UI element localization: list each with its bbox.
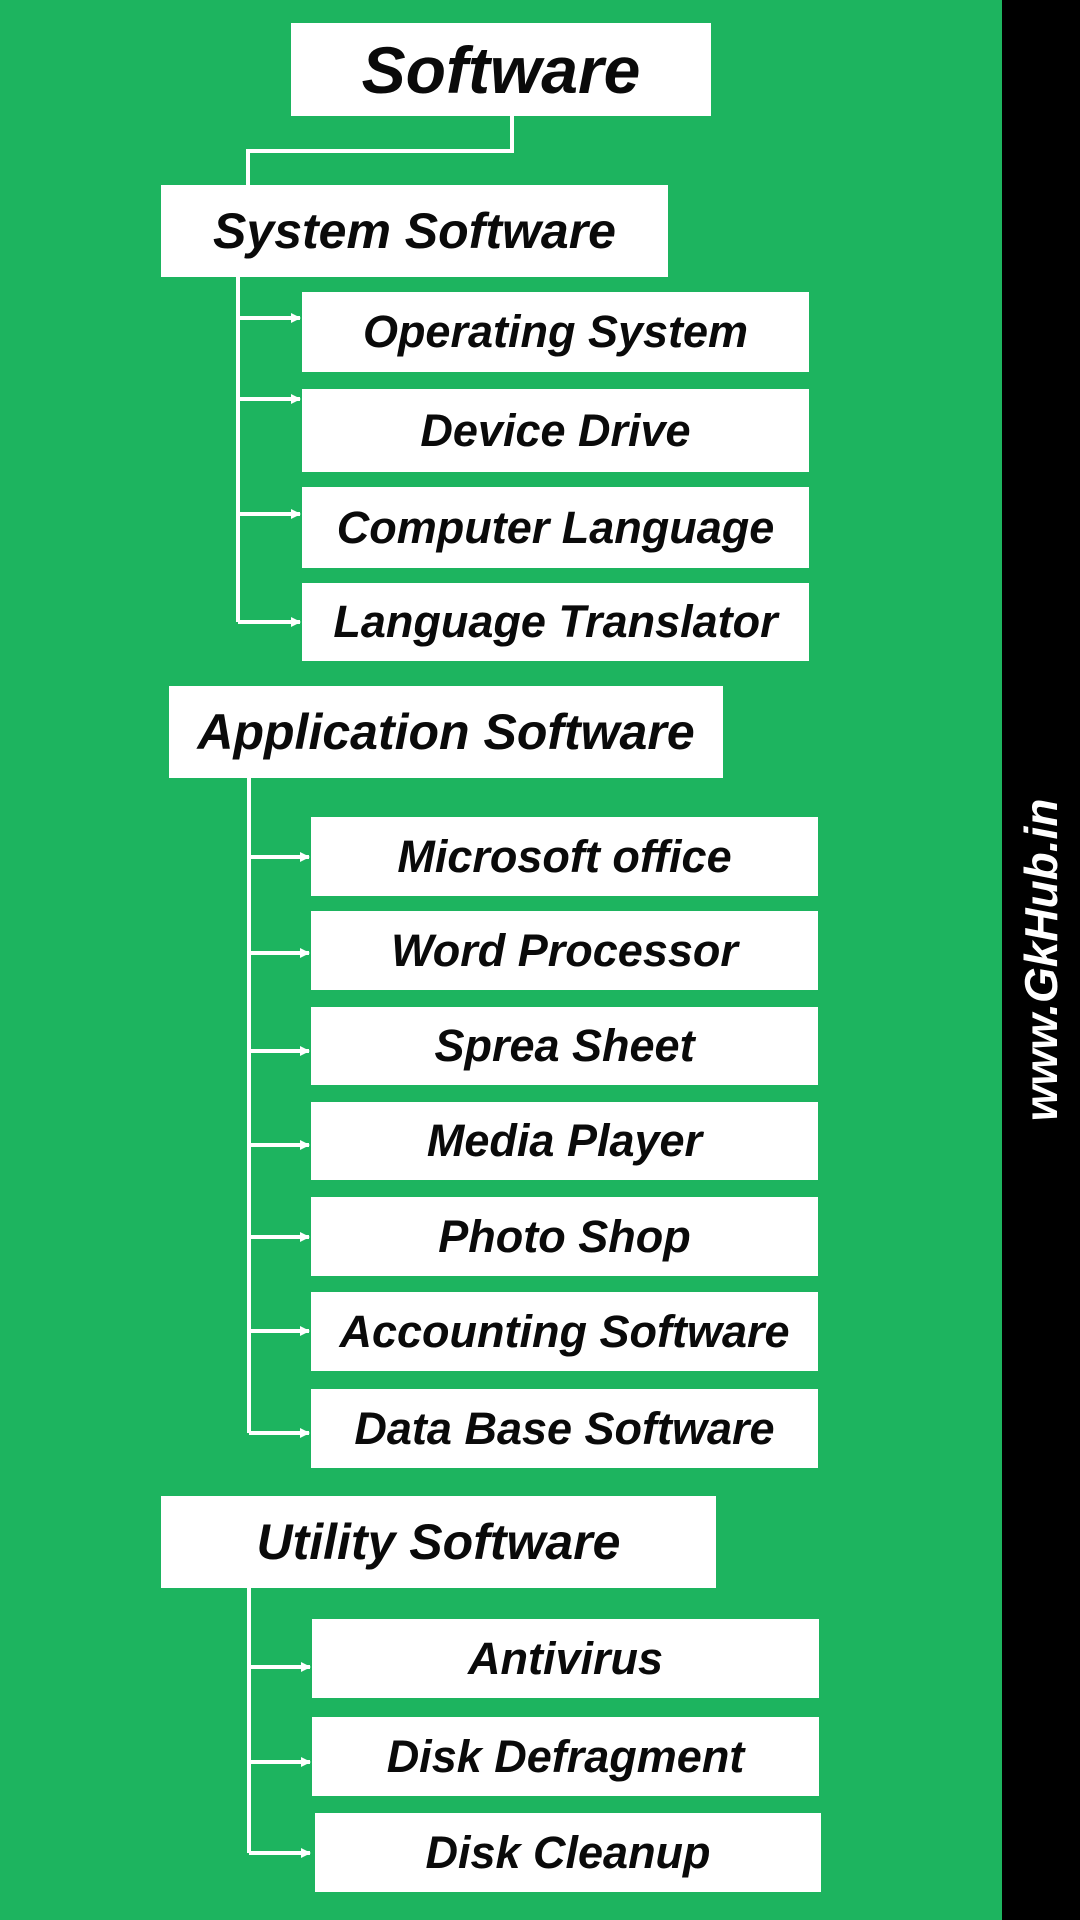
node-label: Photo Shop [438,1210,691,1262]
node-antivirus: Antivirus [312,1619,819,1698]
node-label: Word Processor [391,924,738,976]
node-label: Disk Defragment [386,1730,745,1782]
node-microsoft-office: Microsoft office [311,817,818,896]
node-computer-language: Computer Language [302,487,809,568]
node-label: Antivirus [467,1632,664,1684]
root-label: Software [361,32,641,107]
node-label: Data Base Software [354,1402,775,1454]
node-disk-cleanup: Disk Cleanup [315,1813,821,1892]
node-data-base-software: Data Base Software [311,1389,818,1468]
node-accounting-software: Accounting Software [311,1292,818,1371]
node-word-processor: Word Processor [311,911,818,990]
category-label: System Software [213,203,616,259]
category-label: Utility Software [256,1514,621,1570]
node-label: Operating System [362,306,749,357]
category-label: Application Software [197,704,695,760]
node-label: Microsoft office [397,830,732,882]
node-operating-system: Operating System [302,292,809,372]
node-label: Accounting Software [339,1305,790,1357]
node-label: Computer Language [336,501,775,553]
node-media-player: Media Player [311,1102,818,1180]
category-application-software: Application Software [169,686,723,778]
category-system-software: System Software [161,185,668,277]
root-connector [246,116,514,185]
node-label: Device Drive [420,404,691,456]
watermark-text: www.GkHub.in [1015,798,1067,1122]
node-disk-defragment: Disk Defragment [312,1717,819,1796]
node-photo-shop: Photo Shop [311,1197,818,1276]
node-label: Disk Cleanup [425,1826,711,1878]
node-spread-sheet: Sprea Sheet [311,1007,818,1085]
node-label: Media Player [426,1115,703,1166]
node-label: Language Translator [333,596,778,647]
root-node-software: Software [291,23,711,116]
node-language-translator: Language Translator [302,583,809,661]
watermark-sidebar: www.GkHub.in [1002,0,1080,1920]
node-device-drive: Device Drive [302,389,809,472]
category-utility-software: Utility Software [161,1496,716,1588]
node-label: Sprea Sheet [434,1020,695,1071]
